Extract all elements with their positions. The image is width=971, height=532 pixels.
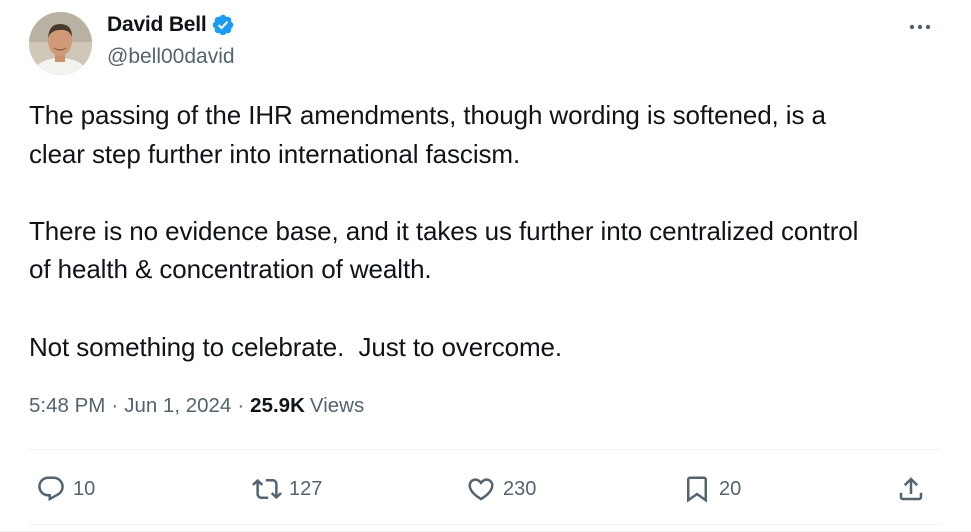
bookmark-button[interactable]: 20	[682, 468, 741, 510]
author-avatar[interactable]	[29, 12, 92, 75]
retweet-icon	[252, 478, 282, 500]
retweet-button[interactable]: 127	[252, 468, 322, 510]
more-options-icon[interactable]	[907, 14, 933, 40]
retweet-count: 127	[289, 477, 323, 500]
tweet-card: David Bell @bell00david The passing of t…	[0, 0, 971, 532]
views-count[interactable]: 25.9K	[250, 394, 305, 418]
heart-icon	[468, 478, 494, 501]
verified-badge-icon[interactable]	[211, 13, 235, 37]
action-bar: 10 127 230 20	[0, 468, 971, 510]
tweet-text: The passing of the IHR amendments, thoug…	[29, 100, 859, 362]
reply-icon	[38, 476, 64, 502]
bookmark-icon	[687, 476, 707, 503]
like-count: 230	[503, 477, 537, 500]
tweet-meta: 5:48 PM · Jun 1, 2024 · 25.9K Views	[29, 394, 364, 418]
reply-count: 10	[73, 477, 96, 500]
meta-separator: ·	[111, 394, 119, 417]
bottom-divider	[29, 524, 942, 525]
avatar-photo	[29, 12, 92, 75]
share-icon	[899, 477, 923, 501]
bookmark-count: 20	[719, 477, 742, 500]
like-button[interactable]: 230	[466, 468, 536, 510]
reply-button[interactable]: 10	[36, 468, 95, 510]
share-button[interactable]	[896, 468, 926, 510]
tweet-time[interactable]: 5:48 PM	[29, 394, 105, 418]
author-display-name[interactable]: David Bell	[107, 13, 207, 37]
author-handle[interactable]: @bell00david	[107, 45, 235, 69]
tweet-date[interactable]: Jun 1, 2024	[124, 394, 231, 418]
views-label: Views	[309, 394, 365, 417]
author-name-row: David Bell	[107, 11, 235, 39]
meta-separator: ·	[237, 394, 245, 417]
divider	[29, 449, 942, 450]
